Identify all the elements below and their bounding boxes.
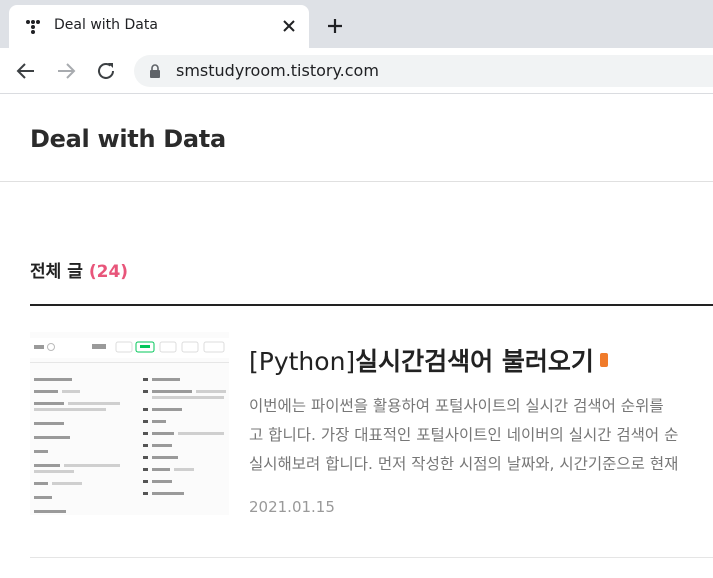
post-excerpt[interactable]: 이번에는 파이썬을 활용하여 포털사이트의 실시간 검색어 순위를 고 합니다.… <box>249 392 713 479</box>
tab-title: Deal with Data <box>54 17 158 33</box>
post-thumbnail[interactable] <box>30 332 229 515</box>
excerpt-line: 실시해보려 합니다. 먼저 작성한 시점의 날짜와, 시간기준으로 현재 <box>249 455 679 473</box>
browser-tab[interactable]: Deal with Data <box>9 5 309 48</box>
section-heading-label: 전체 글 <box>30 262 83 282</box>
back-arrow-icon[interactable] <box>15 60 37 82</box>
post-date: 2021.01.15 <box>249 498 335 516</box>
thumbnail-image <box>30 332 229 515</box>
lock-icon[interactable] <box>149 64 161 78</box>
post-item[interactable]: [Python]실시간검색어 불러오기 이번에는 파이썬을 활용하여 포털사이트… <box>30 306 713 558</box>
url-text[interactable]: smstudyroom.tistory.com <box>176 61 379 80</box>
new-tab-icon[interactable] <box>325 16 345 36</box>
browser-toolbar: smstudyroom.tistory.com <box>0 48 713 94</box>
site-header: Deal with Data <box>0 95 713 182</box>
excerpt-line: 이번에는 파이썬을 활용하여 포털사이트의 실시간 검색어 순위를 <box>249 397 664 415</box>
post-title-prefix: [Python] <box>249 347 356 376</box>
tistory-favicon-icon <box>26 20 40 34</box>
address-bar[interactable]: smstudyroom.tistory.com <box>134 55 713 87</box>
post-count: (24) <box>88 262 129 282</box>
section-heading: 전체 글 (24) <box>30 257 128 282</box>
site-title[interactable]: Deal with Data <box>30 125 226 153</box>
post-title[interactable]: [Python]실시간검색어 불러오기 <box>249 342 608 378</box>
reload-icon[interactable] <box>95 60 117 82</box>
browser-tabstrip: Deal with Data <box>0 0 713 48</box>
forward-arrow-icon[interactable] <box>55 60 77 82</box>
post-divider <box>30 557 713 558</box>
excerpt-line: 고 합니다. 가장 대표적인 포털사이트인 네이버의 실시간 검색어 순 <box>249 426 679 444</box>
post-title-main: 실시간검색어 불러오기 <box>355 347 594 376</box>
new-badge-icon <box>599 353 608 367</box>
close-icon[interactable] <box>279 16 299 36</box>
